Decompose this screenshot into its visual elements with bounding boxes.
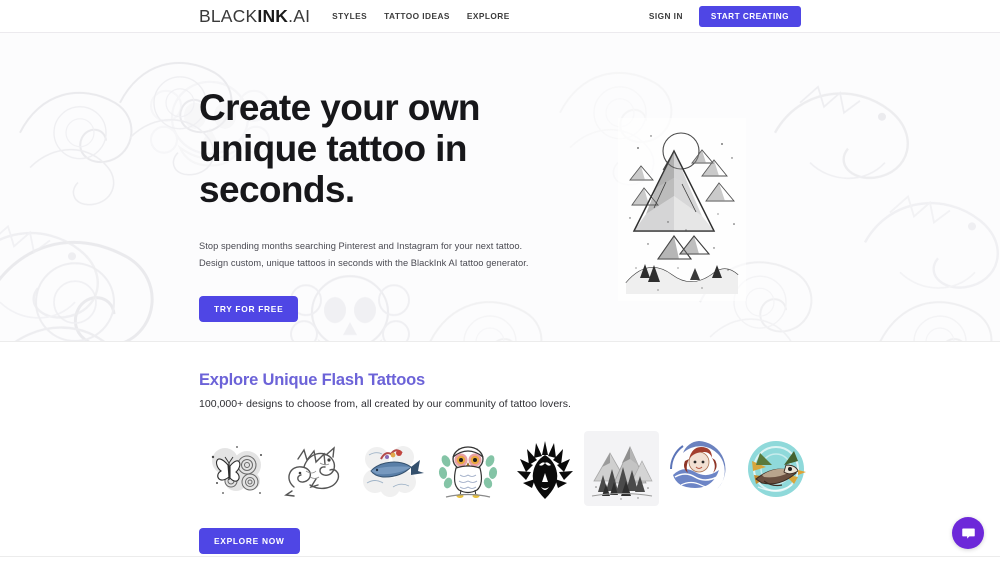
thumbnail-gallery bbox=[199, 431, 806, 506]
sign-in-link[interactable]: SIGN IN bbox=[649, 11, 683, 21]
hero-title-line-3: seconds. bbox=[199, 169, 355, 210]
nav-item-tattoo-ideas[interactable]: TATTOO IDEAS bbox=[384, 11, 450, 21]
thumb-forest-mountains[interactable] bbox=[584, 431, 659, 506]
explore-section: Explore Unique Flash Tattoos 100,000+ de… bbox=[0, 342, 1000, 557]
start-creating-button[interactable]: START CREATING bbox=[698, 5, 801, 27]
logo-part-ai: .AI bbox=[288, 5, 311, 26]
main-navigation: STYLES TATTOO IDEAS EXPLORE bbox=[332, 11, 510, 21]
thumb-whale[interactable] bbox=[353, 431, 428, 506]
hero-subtitle-line-2: Design custom, unique tattoos in seconds… bbox=[199, 258, 529, 268]
logo-part-black: BLACK bbox=[199, 5, 258, 26]
chat-bubble-icon bbox=[961, 528, 975, 539]
thumb-owl[interactable] bbox=[430, 431, 505, 506]
thumb-bird-circle[interactable] bbox=[738, 431, 813, 506]
logo-part-ink: INK bbox=[257, 5, 289, 26]
explore-subtitle: 100,000+ designs to choose from, all cre… bbox=[199, 398, 571, 410]
chat-widget-button[interactable] bbox=[952, 517, 984, 549]
thumb-dragon[interactable] bbox=[276, 431, 351, 506]
header-inner: BLACK INK .AI STYLES TATTOO IDEAS EXPLORE … bbox=[0, 0, 1000, 32]
thumb-butterfly-roses[interactable] bbox=[199, 431, 274, 506]
explore-now-button[interactable]: EXPLORE NOW bbox=[199, 528, 300, 554]
nav-item-styles[interactable]: STYLES bbox=[332, 11, 367, 21]
site-logo[interactable]: BLACK INK .AI bbox=[199, 6, 310, 27]
thumb-koi-wave[interactable] bbox=[661, 431, 736, 506]
thumb-tribal-eagle[interactable] bbox=[507, 431, 582, 506]
try-for-free-button[interactable]: TRY FOR FREE bbox=[199, 296, 299, 322]
explore-title: Explore Unique Flash Tattoos bbox=[199, 371, 426, 389]
hero-subtitle: Stop spending months searching Pinterest… bbox=[199, 238, 544, 272]
nav-item-explore[interactable]: EXPLORE bbox=[467, 11, 510, 21]
hero-title-line-2: unique tattoo in bbox=[199, 128, 467, 169]
hero-text-block: Create your own unique tattoo in seconds… bbox=[199, 33, 544, 322]
hero-content: Create your own unique tattoo in seconds… bbox=[0, 33, 1000, 341]
hero-subtitle-line-1: Stop spending months searching Pinterest… bbox=[199, 241, 523, 251]
hero-title-line-1: Create your own bbox=[199, 87, 481, 128]
hero-title: Create your own unique tattoo in seconds… bbox=[199, 87, 544, 210]
site-header: BLACK INK .AI STYLES TATTOO IDEAS EXPLORE … bbox=[0, 0, 1000, 33]
hero-section: Create your own unique tattoo in seconds… bbox=[0, 33, 1000, 342]
header-actions: SIGN IN START CREATING bbox=[649, 5, 801, 27]
